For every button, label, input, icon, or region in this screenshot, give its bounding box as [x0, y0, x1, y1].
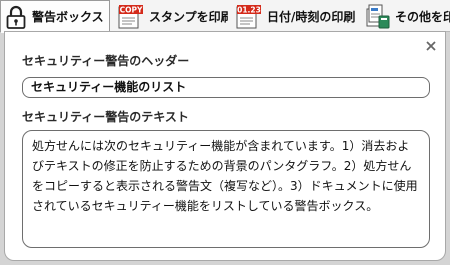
close-button[interactable] — [424, 38, 438, 52]
tab-print-other[interactable]: その他を印刷 — [366, 0, 450, 32]
lock-icon — [5, 5, 27, 29]
stamp-icon: COPY — [118, 3, 144, 29]
stamp-icon-text: COPY — [120, 6, 143, 15]
tab-print-other-label: その他を印刷 — [395, 9, 450, 24]
warning-text-textarea[interactable]: 処方せんには次のセキュリティー機能が含まれています。1）消去およびテキストの修正… — [22, 130, 430, 248]
warning-box-panel: セキュリティー警告のヘッダー セキュリティー機能のリスト セキュリティー警告のテ… — [4, 31, 446, 261]
print-other-icon — [366, 3, 390, 29]
tab-print-stamp-label: スタンプを印刷 — [149, 9, 228, 24]
date-time-icon: 01.23 — [236, 3, 262, 29]
warning-header-input[interactable]: セキュリティー機能のリスト — [22, 77, 430, 98]
close-icon — [426, 36, 436, 55]
tab-print-date-time[interactable]: 01.23 日付/時刻の印刷 — [236, 0, 364, 32]
warning-text-label: セキュリティー警告のテキスト — [22, 110, 189, 124]
tab-warning-box-label: 警告ボックス — [32, 10, 104, 24]
tab-bar: 警告ボックス COPY スタンプを印刷 01.23 日付/時刻の印刷 その他を印 — [0, 0, 450, 33]
warning-header-label: セキュリティー警告のヘッダー — [22, 54, 190, 68]
tab-print-stamp[interactable]: COPY スタンプを印刷 — [118, 0, 228, 32]
date-time-icon-text: 01.23 — [237, 6, 261, 15]
tab-print-date-time-label: 日付/時刻の印刷 — [267, 9, 356, 24]
tab-warning-box[interactable]: 警告ボックス — [0, 0, 110, 33]
